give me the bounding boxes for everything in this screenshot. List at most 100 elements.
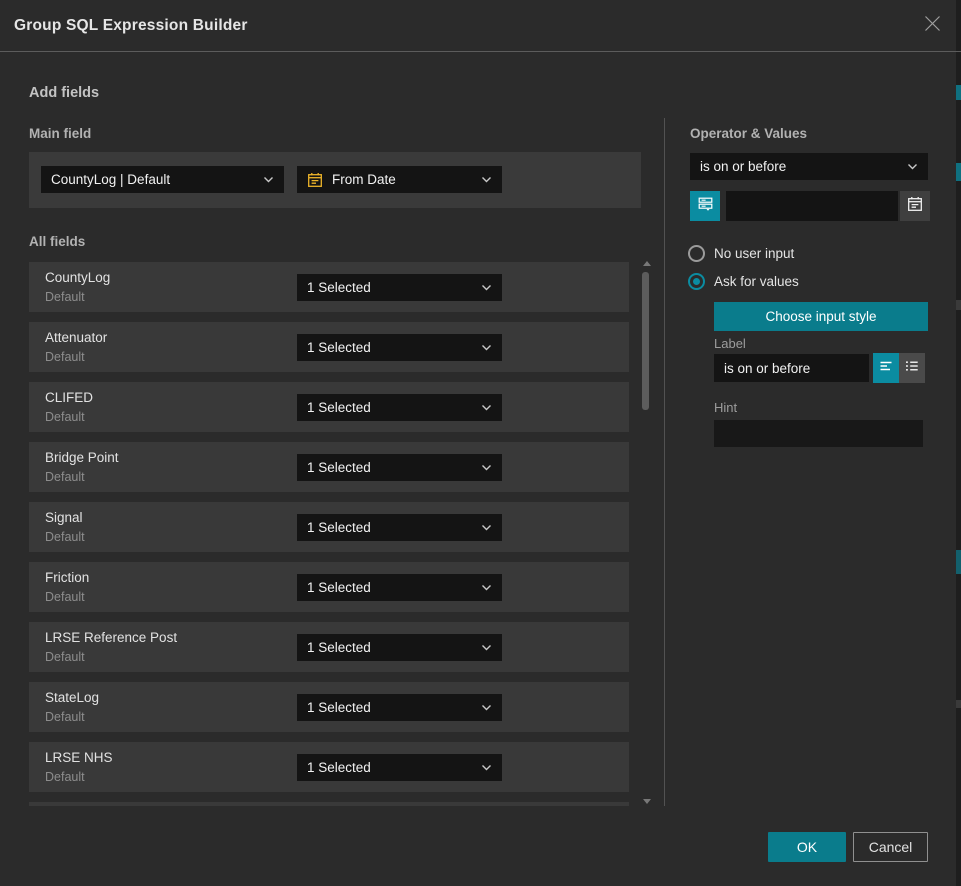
field-row-values-select-value: 1 Selected — [307, 280, 371, 295]
chevron-down-icon — [907, 163, 918, 170]
column-divider — [664, 118, 665, 806]
chevron-down-icon — [263, 176, 274, 183]
radio-icon — [688, 245, 705, 262]
operator-values-heading: Operator & Values — [690, 126, 807, 141]
field-row-name: CLIFED — [45, 390, 93, 405]
field-row-subtitle: Default — [45, 590, 85, 604]
add-fields-heading: Add fields — [29, 85, 99, 101]
field-row-values-select[interactable]: 1 Selected — [297, 574, 502, 601]
align-left-icon — [878, 358, 894, 379]
list-scrollbar-thumb[interactable] — [642, 272, 649, 410]
field-row-subtitle: Default — [45, 290, 85, 304]
chevron-down-icon — [481, 764, 492, 771]
field-row-values-select[interactable]: 1 Selected — [297, 334, 502, 361]
group-sql-expression-builder-screen: Group SQL Expression Builder Add fields … — [0, 0, 961, 886]
scrollbar-down-arrow-icon[interactable] — [643, 799, 651, 804]
main-field-date-select-value: From Date — [332, 172, 396, 187]
chevron-down-icon — [481, 464, 492, 471]
calendar-icon — [907, 196, 923, 217]
field-row-values-select-value: 1 Selected — [307, 340, 371, 355]
field-row-name: Bridge Point — [45, 450, 119, 465]
field-row-subtitle: Default — [45, 350, 85, 364]
radio-no-user-input[interactable]: No user input — [688, 245, 794, 262]
all-fields-heading: All fields — [29, 234, 85, 249]
field-row-name: LRSE Reference Post — [45, 630, 177, 645]
field-row-subtitle: Default — [45, 770, 85, 784]
input-style-text-button[interactable] — [873, 353, 899, 383]
field-row-values-select[interactable]: 1 Selected — [297, 394, 502, 421]
field-row: Signal Default 1 Selected — [29, 502, 629, 552]
background-page-strip — [956, 0, 961, 886]
field-row-name: Attenuator — [45, 330, 107, 345]
field-row-name: LRSE NHS — [45, 750, 113, 765]
field-row: CountyLog Default 1 Selected — [29, 262, 629, 312]
close-icon — [924, 15, 941, 37]
field-row-subtitle: Default — [45, 470, 85, 484]
stacked-values-icon — [697, 195, 714, 217]
field-row-values-select-value: 1 Selected — [307, 460, 371, 475]
dialog-titlebar: Group SQL Expression Builder — [0, 0, 956, 52]
field-row-values-select[interactable]: 1 Selected — [297, 694, 502, 721]
dialog-title: Group SQL Expression Builder — [14, 0, 248, 52]
label-input[interactable] — [714, 354, 869, 382]
field-row-subtitle: Default — [45, 530, 85, 544]
radio-icon — [688, 273, 705, 290]
field-row-values-select[interactable]: 1 Selected — [297, 274, 502, 301]
chevron-down-icon — [481, 644, 492, 651]
field-row-name: Signal — [45, 510, 83, 525]
operator-select[interactable]: is on or before — [690, 153, 928, 180]
field-row-subtitle: Default — [45, 650, 85, 664]
field-row-values-select-value: 1 Selected — [307, 760, 371, 775]
operator-select-value: is on or before — [700, 159, 786, 174]
hint-input[interactable] — [714, 420, 923, 447]
choose-input-style-button[interactable]: Choose input style — [714, 302, 928, 331]
field-row: StateLog Default 1 Selected — [29, 682, 629, 732]
radio-ask-for-values-label: Ask for values — [714, 274, 799, 289]
label-heading: Label — [714, 336, 746, 351]
field-row: CLIFED Default 1 Selected — [29, 382, 629, 432]
chevron-down-icon — [481, 704, 492, 711]
radio-ask-for-values[interactable]: Ask for values — [688, 273, 799, 290]
ok-button[interactable]: OK — [768, 832, 846, 862]
field-row-subtitle: Default — [45, 410, 85, 424]
all-fields-list: CountyLog Default 1 Selected Attenuator … — [29, 258, 629, 806]
field-row-values-select-value: 1 Selected — [307, 400, 371, 415]
chevron-down-icon — [481, 404, 492, 411]
field-row-values-select-value: 1 Selected — [307, 640, 371, 655]
field-row-values-select-value: 1 Selected — [307, 700, 371, 715]
cancel-button[interactable]: Cancel — [853, 832, 928, 862]
input-style-list-button[interactable] — [899, 353, 925, 383]
field-row: Attenuator Default 1 Selected — [29, 322, 629, 372]
scrollbar-up-arrow-icon[interactable] — [643, 261, 651, 266]
value-calendar-button[interactable] — [900, 191, 930, 221]
main-field-source-select[interactable]: CountyLog | Default — [41, 166, 284, 193]
field-row-partial — [29, 802, 629, 806]
field-row: LRSE NHS Default 1 Selected — [29, 742, 629, 792]
field-row-name: StateLog — [45, 690, 99, 705]
chevron-down-icon — [481, 584, 492, 591]
field-row-values-select[interactable]: 1 Selected — [297, 634, 502, 661]
calendar-icon — [307, 172, 323, 188]
field-row-values-select-value: 1 Selected — [307, 520, 371, 535]
field-row: Friction Default 1 Selected — [29, 562, 629, 612]
chevron-down-icon — [481, 176, 492, 183]
chevron-down-icon — [481, 524, 492, 531]
field-row-values-select[interactable]: 1 Selected — [297, 754, 502, 781]
hint-heading: Hint — [714, 400, 737, 415]
value-source-button[interactable] — [690, 191, 720, 221]
chevron-down-icon — [481, 344, 492, 351]
main-field-heading: Main field — [29, 126, 91, 141]
field-row-values-select-value: 1 Selected — [307, 580, 371, 595]
group-sql-expression-builder-dialog: Group SQL Expression Builder Add fields … — [0, 0, 956, 886]
field-row-values-select[interactable]: 1 Selected — [297, 454, 502, 481]
value-input[interactable] — [726, 191, 898, 221]
field-row-subtitle: Default — [45, 710, 85, 724]
bulleted-list-icon — [904, 358, 920, 379]
main-field-source-select-value: CountyLog | Default — [51, 172, 170, 187]
chevron-down-icon — [481, 284, 492, 291]
field-row-name: CountyLog — [45, 270, 110, 285]
field-row: Bridge Point Default 1 Selected — [29, 442, 629, 492]
field-row-values-select[interactable]: 1 Selected — [297, 514, 502, 541]
main-field-date-select[interactable]: From Date — [297, 166, 502, 193]
close-button[interactable] — [919, 13, 945, 39]
